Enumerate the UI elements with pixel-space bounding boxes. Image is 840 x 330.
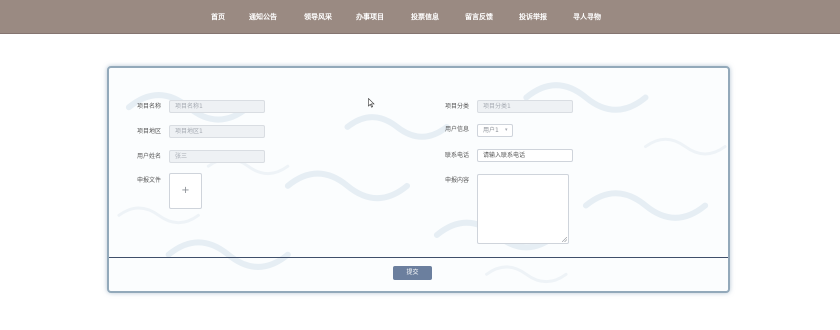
contact-phone-input[interactable]: 请输入联系电话 bbox=[477, 149, 573, 162]
nav-item-feedback[interactable]: 留言反馈 bbox=[465, 0, 493, 34]
project-region-field[interactable]: 项目地区1 bbox=[169, 125, 265, 138]
top-nav: 首页 通知公告 领导风采 办事项目 投票信息 留言反馈 投诉举报 寻人寻物 bbox=[0, 0, 840, 34]
project-category-label: 项目分类 bbox=[445, 103, 470, 110]
cursor-icon bbox=[368, 98, 375, 108]
form-divider bbox=[109, 257, 728, 258]
file-upload-button[interactable]: + bbox=[169, 173, 202, 209]
report-file-label: 申报文件 bbox=[137, 177, 162, 184]
nav-item-lost-found[interactable]: 寻人寻物 bbox=[573, 0, 601, 34]
user-info-label: 用户信息 bbox=[445, 126, 470, 133]
nav-item-notices[interactable]: 通知公告 bbox=[249, 0, 277, 34]
user-name-label: 用户姓名 bbox=[137, 153, 162, 160]
nav-item-home[interactable]: 首页 bbox=[211, 0, 225, 34]
chevron-down-icon: ▾ bbox=[505, 127, 508, 133]
resize-grip-icon[interactable] bbox=[562, 237, 567, 242]
report-content-label: 申报内容 bbox=[445, 177, 470, 184]
user-name-field[interactable]: 张三 bbox=[169, 150, 265, 163]
project-region-label: 项目地区 bbox=[137, 128, 162, 135]
submit-button[interactable]: 提交 bbox=[393, 266, 432, 280]
report-content-textarea[interactable] bbox=[477, 174, 569, 244]
project-category-field[interactable]: 项目分类1 bbox=[477, 100, 573, 113]
project-name-label: 项目名称 bbox=[137, 103, 162, 110]
nav-item-leaders[interactable]: 领导风采 bbox=[304, 0, 332, 34]
contact-phone-label: 联系电话 bbox=[445, 152, 470, 159]
project-name-field[interactable]: 项目名称1 bbox=[169, 100, 265, 113]
nav-item-services[interactable]: 办事项目 bbox=[356, 0, 384, 34]
nav-item-complaints[interactable]: 投诉举报 bbox=[519, 0, 547, 34]
nav-item-votes[interactable]: 投票信息 bbox=[411, 0, 439, 34]
